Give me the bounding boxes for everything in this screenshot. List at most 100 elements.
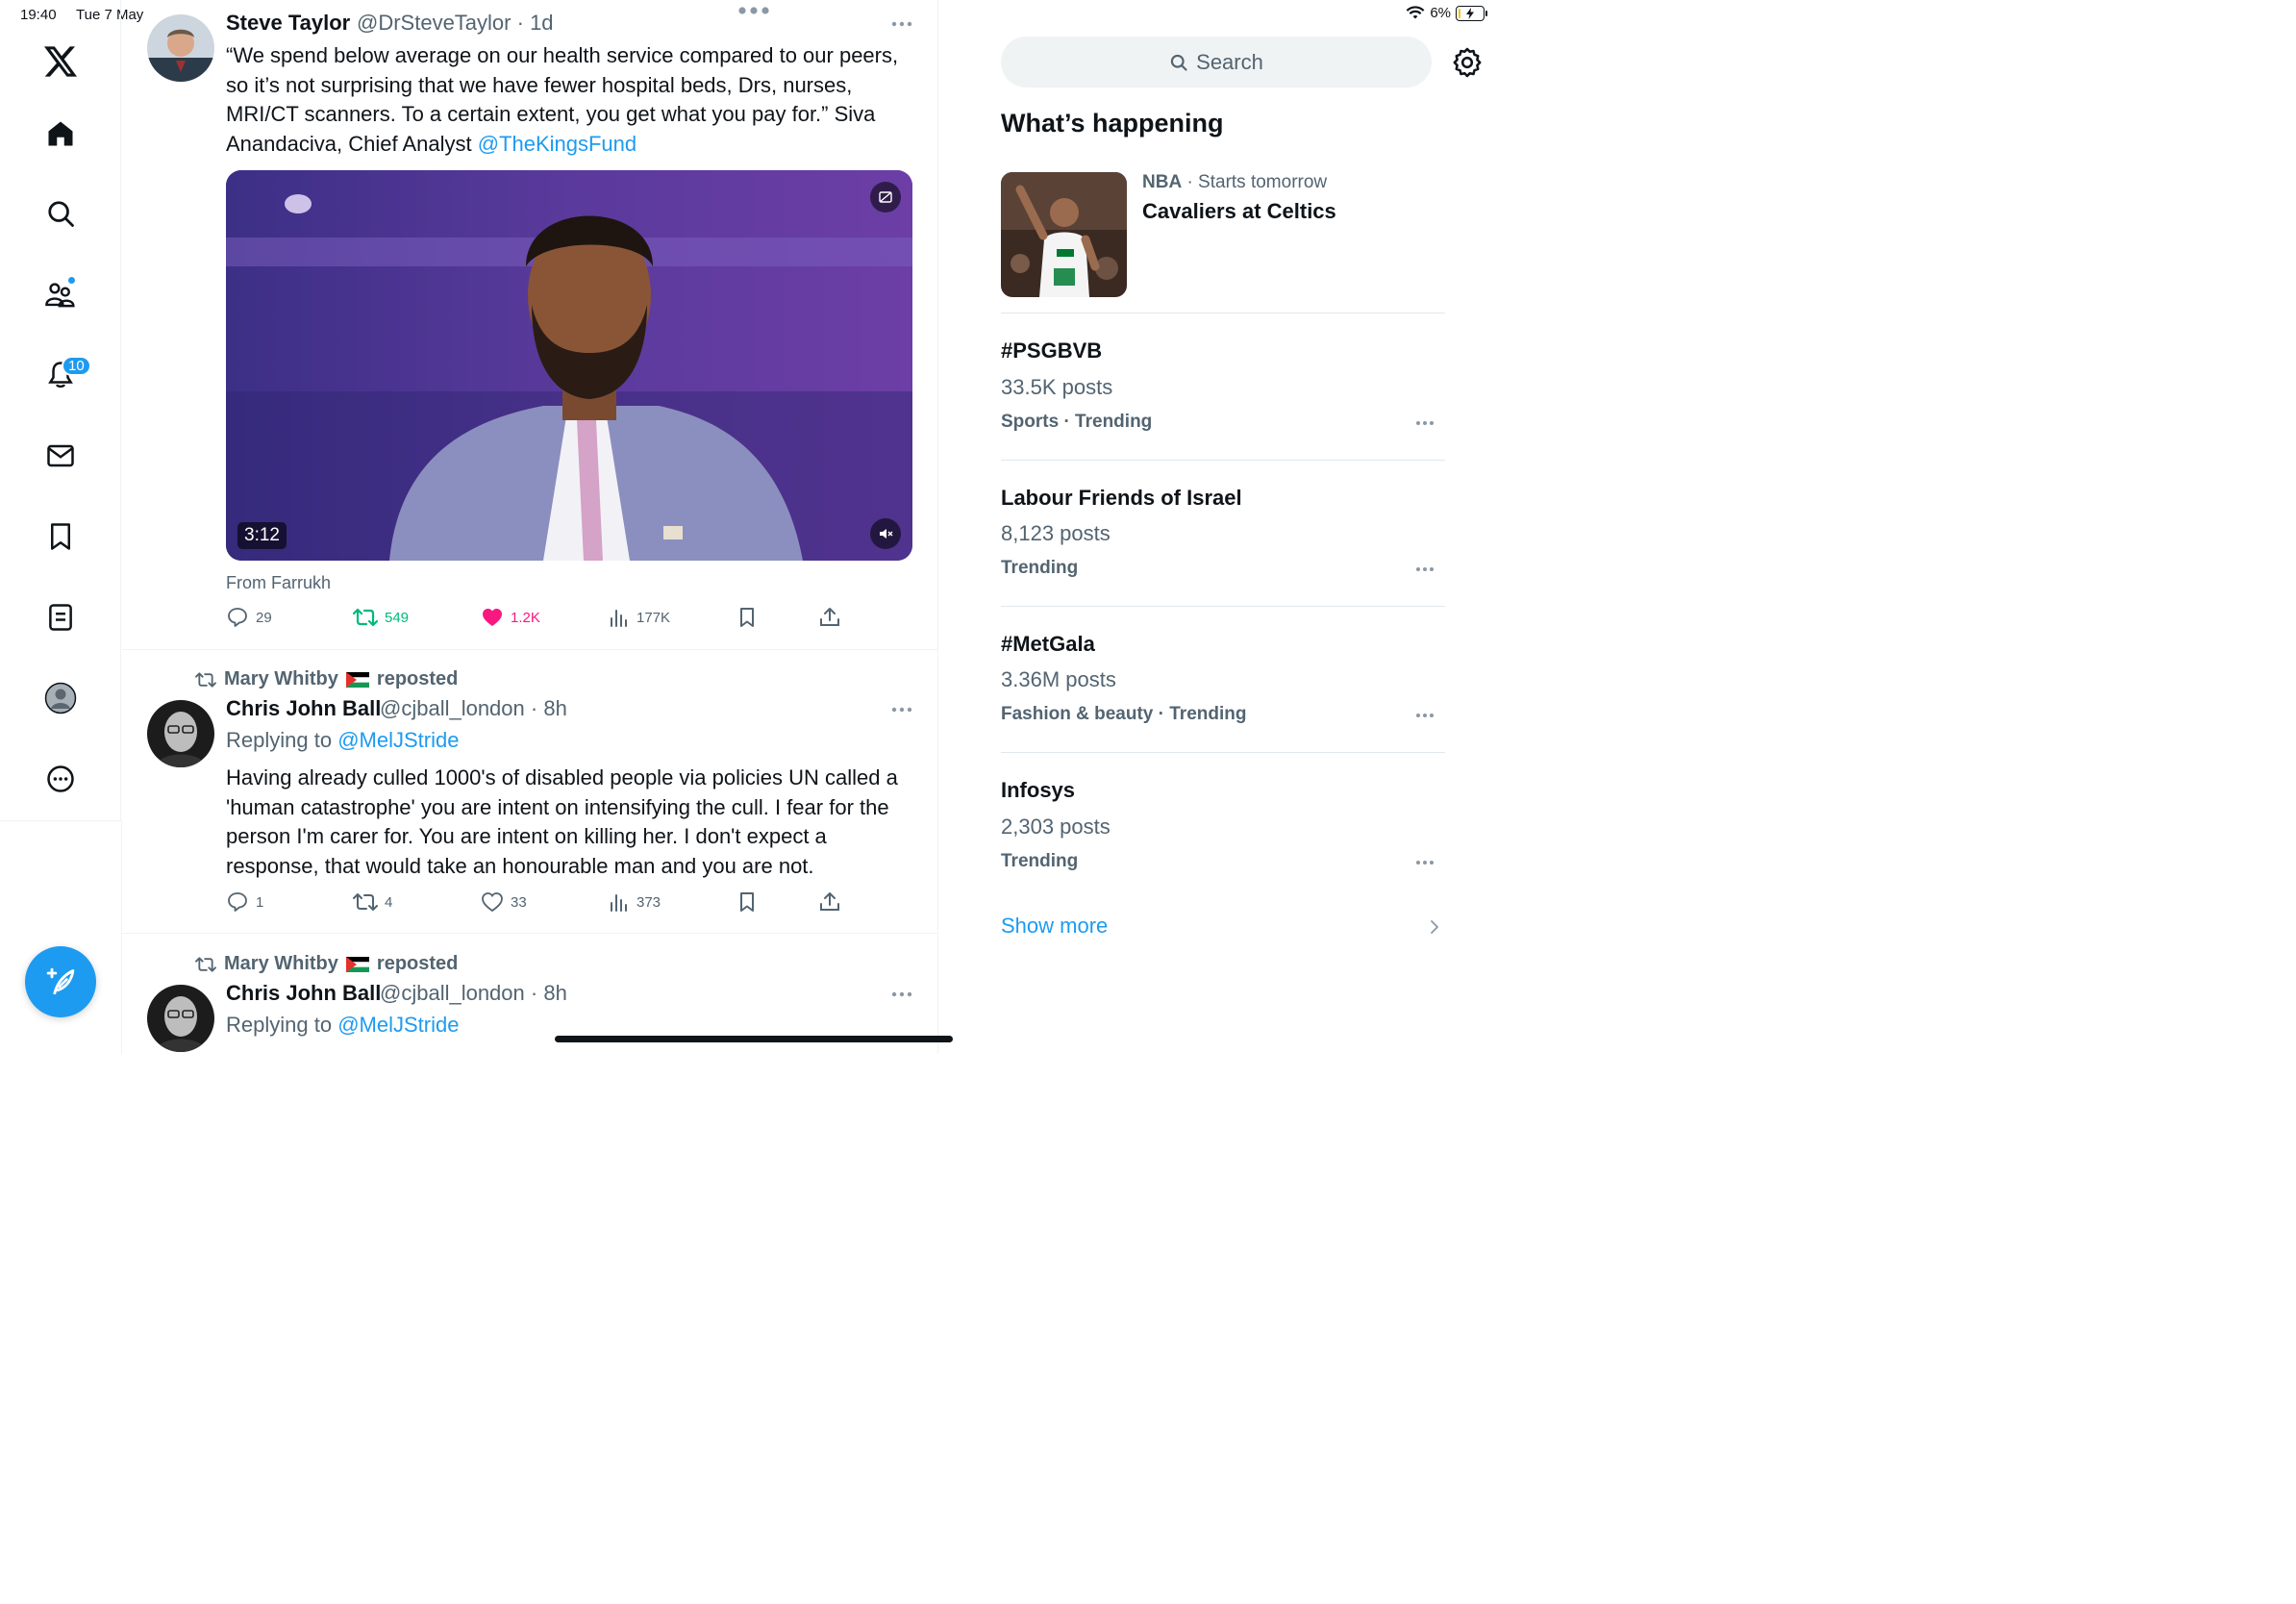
- reply-button[interactable]: 29: [226, 606, 272, 629]
- timeline: Steve Taylor @DrSteveTaylor · 1d “We spe…: [122, 0, 938, 1054]
- tweet-more-icon[interactable]: [891, 21, 912, 27]
- profile-avatar-icon[interactable]: [38, 676, 83, 720]
- tweet-more-icon[interactable]: [891, 991, 912, 997]
- video-frame: [226, 170, 912, 561]
- tweet-text: “We spend below average on our health se…: [226, 41, 918, 159]
- page-indicator-dots: [738, 7, 769, 14]
- tweet-author-handle[interactable]: @cjball_london · 8h: [380, 981, 567, 1006]
- wifi-icon: [1406, 6, 1425, 19]
- repost-context[interactable]: Mary Whitby reposted: [195, 953, 458, 975]
- nav-divider: [0, 820, 121, 821]
- replying-to: Replying to @MelJStride: [226, 728, 459, 753]
- home-icon[interactable]: [38, 112, 83, 156]
- search-icon[interactable]: [38, 191, 83, 236]
- repost-small-icon: [195, 671, 216, 688]
- search-placeholder: Search: [1196, 49, 1263, 74]
- status-indicators: 6%: [1406, 5, 1487, 21]
- replying-to-label: Replying to: [226, 1013, 338, 1037]
- compose-button[interactable]: [25, 946, 96, 1017]
- lists-icon[interactable]: [38, 595, 83, 639]
- reposted-label: reposted: [376, 953, 459, 974]
- video-source[interactable]: From Farrukh: [226, 573, 331, 593]
- search-input[interactable]: Search: [1001, 37, 1432, 88]
- mute-icon[interactable]: [870, 518, 901, 549]
- bookmarks-icon[interactable]: [38, 514, 83, 559]
- video-sensitive-icon[interactable]: [870, 182, 901, 213]
- x-logo-icon[interactable]: [38, 39, 83, 84]
- repost-context[interactable]: Mary Whitby reposted: [195, 668, 458, 690]
- whats-happening-heading: What’s happening: [1001, 109, 1224, 138]
- trend-title[interactable]: #MetGala: [1001, 632, 1095, 657]
- like-button[interactable]: 1.2K: [481, 606, 540, 629]
- tweet-author-name[interactable]: Chris John Ball: [226, 981, 381, 1006]
- trend-separator: [1001, 752, 1445, 753]
- repost-button[interactable]: 4: [353, 890, 392, 914]
- avatar[interactable]: [147, 985, 214, 1052]
- palestine-flag-icon: [345, 671, 369, 688]
- trend-context: Trending: [1001, 558, 1079, 578]
- like-button[interactable]: 33: [481, 890, 527, 914]
- tweet-author-name[interactable]: Steve Taylor: [226, 11, 350, 36]
- trend-more-icon[interactable]: [1415, 713, 1435, 718]
- like-count: 1.2K: [511, 609, 540, 626]
- left-nav: 10: [0, 0, 121, 820]
- reposter-name[interactable]: Mary Whitby: [224, 668, 338, 690]
- views-button[interactable]: 177K: [609, 606, 670, 629]
- heart-icon: [482, 892, 503, 913]
- views-count: 177K: [636, 609, 671, 626]
- nba-event-title[interactable]: Cavaliers at Celtics: [1142, 199, 1336, 224]
- trend-title[interactable]: Labour Friends of Israel: [1001, 486, 1242, 511]
- notifications-badge: 10: [62, 356, 91, 376]
- bookmark-button[interactable]: [736, 606, 759, 629]
- home-indicator[interactable]: [555, 1036, 953, 1042]
- nba-context: NBA · Starts tomorrow: [1142, 172, 1327, 193]
- mention-link[interactable]: @TheKingsFund: [478, 132, 636, 156]
- tweet-video[interactable]: 3:12: [226, 170, 912, 561]
- handle-text[interactable]: @cjball_london: [380, 981, 525, 1005]
- trend-title[interactable]: Infosys: [1001, 778, 1075, 803]
- messages-icon[interactable]: [38, 434, 83, 478]
- bookmark-button[interactable]: [736, 890, 759, 914]
- repost-small-icon: [195, 956, 216, 972]
- more-icon[interactable]: [38, 757, 83, 801]
- tweet-author-handle[interactable]: @DrSteveTaylor · 1d: [357, 11, 554, 36]
- trend-more-icon[interactable]: [1415, 860, 1435, 865]
- communities-icon[interactable]: [38, 272, 83, 316]
- trend-separator: [1001, 606, 1445, 607]
- trend-more-icon[interactable]: [1415, 566, 1435, 572]
- share-button[interactable]: [818, 890, 841, 914]
- reply-icon: [228, 608, 247, 627]
- nba-event-image[interactable]: [1001, 172, 1127, 297]
- battery-icon: [1456, 5, 1487, 21]
- reposter-name[interactable]: Mary Whitby: [224, 953, 338, 975]
- repost-icon: [353, 893, 378, 911]
- tweet-author-name[interactable]: Chris John Ball: [226, 696, 381, 721]
- bookmark-icon: [740, 608, 754, 627]
- tweet-more-icon[interactable]: [891, 707, 912, 713]
- views-icon: [611, 610, 627, 627]
- reply-count: 29: [256, 609, 272, 626]
- avatar[interactable]: [147, 14, 214, 82]
- views-button[interactable]: 373: [609, 890, 661, 914]
- trend-more-icon[interactable]: [1415, 420, 1435, 426]
- battery-percent: 6%: [1430, 5, 1451, 21]
- replying-to-mention[interactable]: @MelJStride: [337, 728, 459, 752]
- show-more-link[interactable]: Show more: [1001, 914, 1108, 939]
- gear-icon[interactable]: [1452, 47, 1483, 78]
- views-icon: [611, 894, 627, 912]
- chevron-right-icon[interactable]: [1429, 918, 1440, 936]
- reply-button[interactable]: 1: [226, 890, 263, 914]
- tweet-separator: [122, 649, 937, 650]
- tweet-author-handle[interactable]: @cjball_london · 8h: [380, 696, 567, 721]
- repost-button[interactable]: 549: [353, 606, 409, 629]
- reply-count: 1: [256, 893, 264, 911]
- share-button[interactable]: [818, 606, 841, 629]
- trend-post-count: 8,123 posts: [1001, 521, 1111, 545]
- handle-text[interactable]: @cjball_london: [380, 696, 525, 720]
- reposted-label: reposted: [376, 668, 459, 689]
- trend-title[interactable]: #PSGBVB: [1001, 338, 1102, 363]
- handle-text[interactable]: @DrSteveTaylor: [357, 11, 512, 35]
- tweet-actions: 1 4 33 373: [226, 890, 861, 915]
- avatar[interactable]: [147, 700, 214, 767]
- replying-to-mention[interactable]: @MelJStride: [337, 1013, 459, 1037]
